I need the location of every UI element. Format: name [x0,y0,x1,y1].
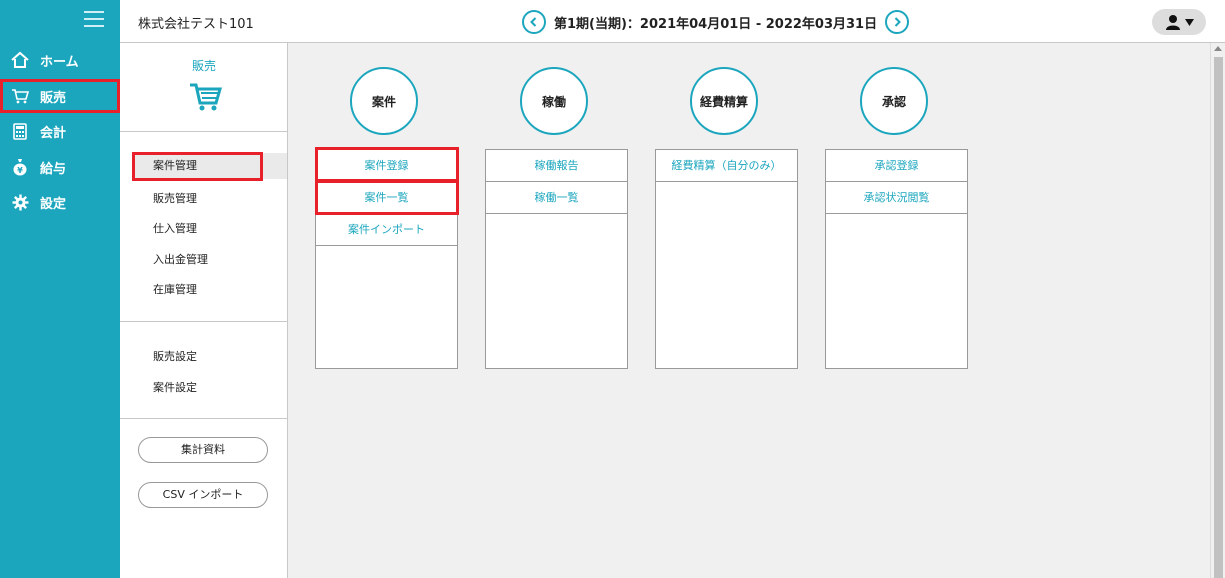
nav-item-settings[interactable]: 設定 [0,185,120,219]
company-name: 株式会社テスト101 [138,17,254,32]
submenu-title: 販売 [191,59,216,73]
nav-label-home: ホーム [40,54,79,70]
approval-register-link[interactable]: 承認登録 [826,150,967,182]
calculator-icon [0,122,40,140]
main-nav: ホーム 販売 会計 ¥ 給与 設定 [0,0,120,578]
section-title-approval: 承認 [860,67,928,135]
link-panel-approval: 承認登録 承認状況閲覧 [825,149,968,369]
nav-item-accounting[interactable]: 会計 [0,114,120,148]
submenu-item-purchase-management[interactable]: 仕入管理 [153,220,197,236]
nav-label-payroll: 給与 [40,161,67,177]
cart-icon [188,79,222,117]
caret-down-icon [1184,18,1194,26]
section-title-expenses: 経費精算 [690,67,758,135]
divider [120,131,288,132]
hamburger-menu-icon[interactable] [84,11,104,29]
home-icon [0,51,40,69]
operation-report-link[interactable]: 稼働報告 [486,150,627,182]
chevron-right-icon [894,17,902,27]
expense-self-link[interactable]: 経費精算（自分のみ） [656,150,797,182]
summary-report-button[interactable]: 集計資料 [138,437,268,463]
cart-icon [0,88,40,104]
main-content: 案件 案件登録 案件一覧 案件インポート 稼働 稼働報告 稼働一覧 経費精算 経… [288,43,1210,578]
nav-label-accounting: 会計 [40,125,67,141]
nav-item-home[interactable]: ホーム [0,43,120,77]
section-title-projects: 案件 [350,67,418,135]
period-selector: 第1期(当期)：2021年04月01日 - 2022年03月31日 [522,10,910,34]
prev-period-button[interactable] [522,10,546,34]
highlight-box [315,180,459,215]
next-period-button[interactable] [885,10,910,34]
submenu-item-project-settings[interactable]: 案件設定 [153,379,197,395]
period-text: 第1期(当期)：2021年04月01日 - 2022年03月31日 [554,16,878,32]
highlight-box [132,152,263,181]
link-panel-operations: 稼働報告 稼働一覧 [485,149,628,369]
submenu-item-sales-management[interactable]: 販売管理 [153,190,197,206]
nav-label-sales: 販売 [40,90,67,106]
highlight-box [315,147,459,182]
vertical-scrollbar[interactable] [1210,43,1225,578]
submenu-item-inventory-management[interactable]: 在庫管理 [153,281,197,297]
scrollbar-thumb[interactable] [1214,57,1223,578]
divider [120,418,288,419]
submenu-item-sales-settings[interactable]: 販売設定 [153,348,197,364]
nav-item-payroll[interactable]: ¥ 給与 [0,150,120,184]
divider [120,321,288,322]
csv-import-button[interactable]: CSV インポート [138,482,268,508]
svg-text:¥: ¥ [17,166,23,175]
section-title-operations: 稼働 [520,67,588,135]
gear-icon [0,194,40,211]
user-icon [1165,15,1180,30]
submenu-item-payment-management[interactable]: 入出金管理 [153,251,208,267]
nav-item-sales[interactable]: 販売 [0,79,120,113]
approval-status-link[interactable]: 承認状況閲覧 [826,182,967,214]
money-bag-icon: ¥ [0,158,40,176]
link-panel-expenses: 経費精算（自分のみ） [655,149,798,369]
sales-submenu: 販売 案件管理 販売管理 仕入管理 入出金管理 在庫管理 販売設定 案件設定 集… [120,43,288,578]
user-menu-button[interactable] [1152,9,1206,35]
nav-label-settings: 設定 [40,196,67,212]
chevron-left-icon [530,17,537,27]
operation-list-link[interactable]: 稼働一覧 [486,182,627,214]
header: 株式会社テスト101 第1期(当期)：2021年04月01日 - 2022年03… [120,0,1225,43]
scroll-up-arrow-icon[interactable] [1214,46,1222,51]
project-import-link[interactable]: 案件インポート [316,214,457,246]
